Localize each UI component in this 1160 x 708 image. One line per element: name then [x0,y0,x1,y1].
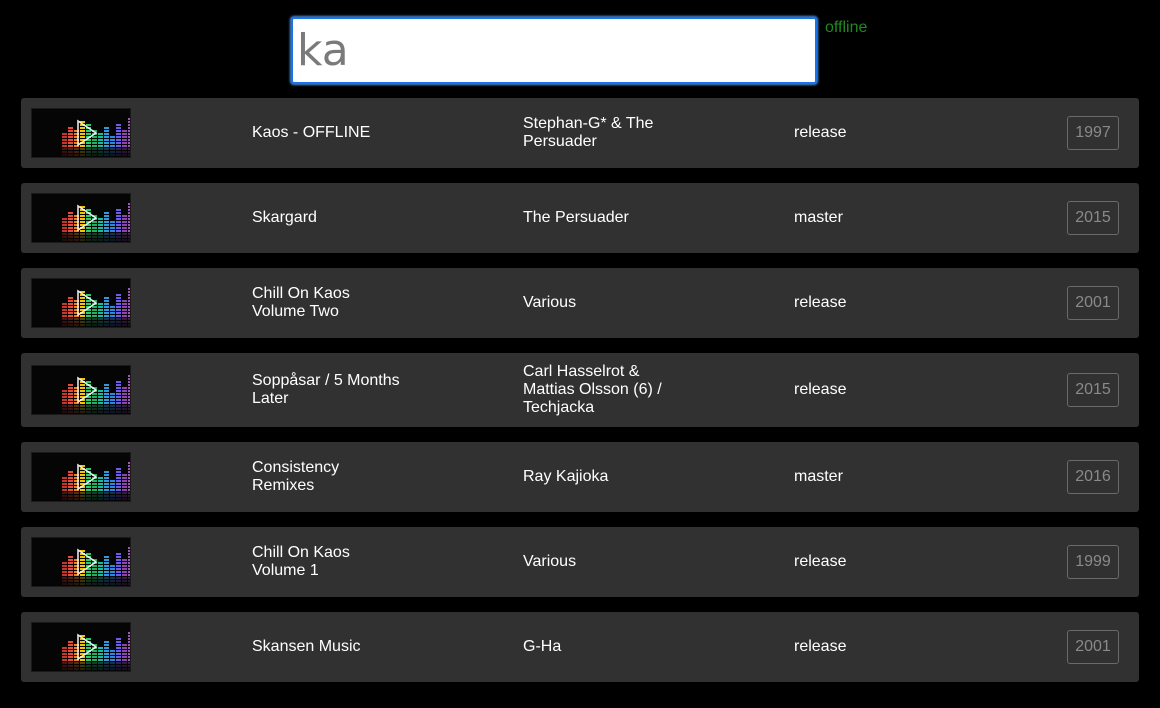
release-year-badge: 2001 [1067,286,1119,320]
release-title: Skargard [252,209,317,226]
release-artist: Various [523,553,577,570]
equalizer-play-icon[interactable] [31,193,131,243]
release-title: Consistency Remixes [252,459,340,494]
release-artist: G-Ha [523,638,562,655]
release-type: release [794,553,847,570]
release-year-badge: 1999 [1067,545,1119,579]
result-row[interactable]: Soppåsar / 5 Months Later Carl Hasselrot … [21,353,1139,427]
equalizer-play-icon[interactable] [31,108,131,158]
result-row[interactable]: Skargard The Persuader master 2015 [21,183,1139,253]
release-type: master [794,209,843,226]
equalizer-play-icon[interactable] [31,622,131,672]
result-row[interactable]: Skansen Music G-Ha release 2001 [21,612,1139,682]
equalizer-play-icon[interactable] [31,452,131,502]
release-title: Soppåsar / 5 Months Later [252,372,400,407]
release-year-badge: 2015 [1067,201,1119,235]
release-year-badge: 1997 [1067,116,1119,150]
release-type: release [794,294,847,311]
result-row[interactable]: Chill On Kaos Volume Two Various release 20… [21,268,1139,338]
release-artist: Stephan-G* & The Persuader [523,115,654,150]
search-box[interactable] [291,17,817,84]
connection-status: offline [825,19,868,36]
release-title: Chill On Kaos Volume 1 [252,544,350,579]
release-year-badge: 2001 [1067,630,1119,664]
release-title: Skansen Music [252,638,361,655]
release-type: release [794,381,847,398]
release-year-badge: 2015 [1067,373,1119,407]
release-type: master [794,468,843,485]
release-artist: Carl Hasselrot & Mattias Olsson (6) / Te… [523,363,662,416]
release-year-badge: 2016 [1067,460,1119,494]
release-type: release [794,124,847,141]
equalizer-play-icon[interactable] [31,537,131,587]
result-row[interactable]: Kaos - OFFLINE Stephan-G* & The Persuader… [21,98,1139,168]
release-artist: Various [523,294,577,311]
release-artist: Ray Kajioka [523,468,609,485]
release-type: release [794,638,847,655]
release-artist: The Persuader [523,209,629,226]
equalizer-play-icon[interactable] [31,365,131,415]
result-row[interactable]: Consistency Remixes Ray Kajioka master 2016 [21,442,1139,512]
equalizer-play-icon[interactable] [31,278,131,328]
release-title: Kaos - OFFLINE [252,124,371,141]
search-input[interactable] [293,19,815,82]
release-title: Chill On Kaos Volume Two [252,285,350,320]
result-row[interactable]: Chill On Kaos Volume 1 Various release 1999 [21,527,1139,597]
